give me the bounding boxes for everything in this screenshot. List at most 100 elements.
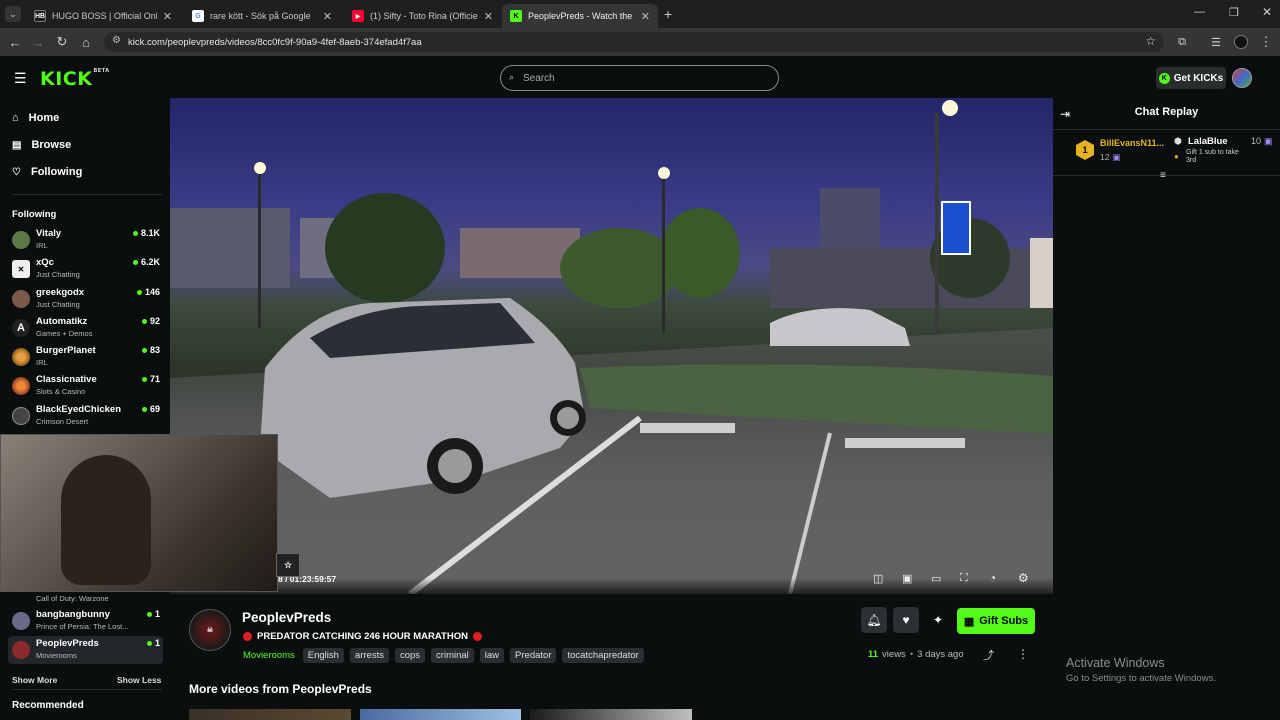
gifter-name[interactable]: LalaBlue (1188, 136, 1228, 147)
site-info-icon[interactable]: ⚙ (112, 35, 121, 46)
live-dot-icon (141, 376, 147, 382)
gift-subs-label: Gift Subs (979, 615, 1029, 627)
settings-gear-icon[interactable]: ⚙ (1018, 571, 1029, 585)
clip-icon[interactable]: ◫ (873, 572, 883, 585)
browser-tab-hugo-boss[interactable]: HB HUGO BOSS | Official Online Sh ✕ (26, 4, 180, 28)
bell-icon: 🔔︎ (866, 613, 882, 627)
chat-divider (1053, 175, 1280, 176)
tag-law[interactable]: law (479, 648, 505, 663)
browser-tab-google[interactable]: G rare kött - Sök på Google ✕ (184, 4, 340, 28)
following-item-vitaly[interactable]: Vitaly IRL 8.1K (12, 228, 160, 256)
video-thumbnail[interactable] (530, 709, 692, 720)
viewer-count: 146 (136, 287, 160, 297)
gift-sub-prompt[interactable]: Gift 1 sub to take 3rd (1186, 149, 1246, 165)
browser-tab-kick[interactable]: K PeoplevPreds - Watch the VOD ✕ (502, 4, 658, 28)
tab-label: rare kött - Sök på Google (210, 11, 311, 21)
tag-english[interactable]: English (302, 648, 344, 663)
channel-avatar[interactable]: ☠ (189, 609, 231, 651)
following-item-bangbangbunny[interactable]: bangbangbunny Prince of Persia: The Lost… (12, 609, 160, 637)
gift-subs-button[interactable]: ▦ Gift Subs (957, 608, 1035, 634)
fullscreen-icon[interactable]: ⛶ (960, 572, 968, 585)
minimize-icon[interactable]: — (1194, 6, 1205, 18)
url-field[interactable]: ⚙ kick.com/peoplevpreds/videos/8cc0fc9f-… (104, 32, 1164, 52)
show-less-link[interactable]: Show Less (117, 675, 161, 685)
extensions-icon[interactable]: ⧉ (1172, 32, 1192, 52)
follow-heart-button[interactable]: ♥ (893, 607, 919, 633)
playback-speed-icon[interactable]: ◔ (989, 571, 996, 585)
following-item-xqc[interactable]: ✕ xQc Just Chatting 6.2K (12, 257, 160, 285)
live-dot-icon (146, 611, 152, 617)
more-options-icon[interactable]: ⋮ (1017, 647, 1029, 661)
following-item-greekgodx[interactable]: greekgodx Just Chatting 146 (12, 287, 160, 315)
activate-windows-title: Activate Windows (1066, 656, 1165, 670)
sidebar-item-label: Following (30, 166, 83, 178)
tab-close-icon[interactable]: ✕ (484, 10, 493, 23)
hugo-boss-favicon-icon: HB (34, 10, 46, 22)
notification-bell-button[interactable]: 🔔︎ (861, 607, 887, 633)
recommended-heading: Recommended (12, 700, 84, 711)
gift-count-value: 10 (1251, 136, 1262, 146)
bookmark-star-icon[interactable]: ☆ (1145, 34, 1156, 48)
hamburger-menu-icon[interactable]: ☰ (14, 70, 27, 87)
sidebar-item-browse[interactable]: ▤ Browse (12, 139, 71, 151)
user-avatar[interactable] (1232, 68, 1252, 88)
restore-icon[interactable]: ❐ (1229, 6, 1239, 19)
viewer-count-value: 69 (149, 404, 160, 414)
browser-tab-bar: ⌄ HB HUGO BOSS | Official Online Sh ✕ G … (0, 0, 1280, 28)
video-thumbnail[interactable] (189, 709, 351, 720)
search-input[interactable]: ⌕ Search (500, 65, 779, 91)
tab-search-icon[interactable]: ⌄ (5, 6, 21, 22)
share-icon[interactable]: ⤴ (983, 647, 994, 663)
tab-close-icon[interactable]: ✕ (163, 10, 172, 23)
chat-title: Chat Replay (1134, 106, 1199, 118)
show-more-link[interactable]: Show More (12, 675, 57, 685)
category-link[interactable]: Movierooms (243, 650, 295, 661)
channel-name: greekgodx (36, 287, 85, 298)
media-icon[interactable]: ☰ (1206, 32, 1226, 52)
tag-predator[interactable]: Predator (510, 648, 557, 663)
gifter-count: 10 ▣ (1251, 136, 1273, 147)
activate-windows-subtitle: Go to Settings to activate Windows. (1066, 673, 1216, 684)
tag-tocatchapredator[interactable]: tocatchapredator (562, 648, 644, 663)
browser-tab-youtube[interactable]: ▶ (1) Sifty - Toto Rina (Officiell M ✕ (344, 4, 501, 28)
new-tab-icon[interactable]: + (664, 6, 672, 22)
chat-panel: ⇥ Chat Replay 1 BillEvansN11... 12 ▣ ⬢ La… (1053, 98, 1280, 720)
tab-close-icon[interactable]: ✕ (641, 10, 650, 23)
window-close-icon[interactable]: ✕ (1262, 5, 1272, 19)
following-item-burgerplanet[interactable]: BurgerPlanet IRL 83 (12, 345, 160, 373)
following-item-peoplevpreds[interactable]: PeoplevPreds Movierooms 1 (12, 638, 160, 666)
stream-title: PREDATOR CATCHING 246 HOUR MARATHON (243, 631, 482, 642)
expand-leaderboard-icon[interactable]: ≡ (1160, 170, 1166, 181)
back-icon[interactable]: ← (5, 32, 25, 52)
sparkle-button[interactable]: ✦ (925, 607, 951, 633)
sidebar-item-home[interactable]: ⌂ Home (12, 112, 59, 124)
profile-avatar[interactable] (1234, 35, 1248, 49)
channel-name: BurgerPlanet (36, 345, 96, 356)
kick-logo[interactable]: KICKBETA (40, 68, 110, 90)
forward-icon[interactable]: → (28, 32, 48, 52)
mini-player-icon[interactable]: ▣ (902, 572, 912, 585)
tag-criminal[interactable]: criminal (431, 648, 474, 663)
video-thumbnail[interactable] (360, 709, 521, 720)
avatar (12, 348, 30, 366)
following-item-blackeyedchicken[interactable]: BlackEyedChicken Crimson Desert 69 (12, 404, 160, 432)
video-player[interactable]: 8 / 01:23:59:57 ◫ ▣ ▭ ⛶ ◔ ⚙ (170, 98, 1053, 594)
chat-divider (1053, 129, 1280, 130)
rank-badge: 1 (1076, 140, 1094, 160)
sidebar-item-following[interactable]: ♡ Following (12, 166, 82, 178)
tag-arrests[interactable]: arrests (349, 648, 389, 663)
home-page-icon[interactable]: ⌂ (76, 32, 96, 52)
gifter-name[interactable]: BillEvansN11... (1100, 138, 1164, 148)
sidebar-item-label: Browse (31, 139, 72, 151)
tab-close-icon[interactable]: ✕ (323, 10, 332, 23)
channel-name[interactable]: PeoplevPreds (242, 610, 331, 625)
viewer-count-value: 8.1K (140, 228, 160, 238)
following-item-automatikz[interactable]: A Automatikz Games + Demos 92 (12, 316, 160, 344)
following-item-classicnative[interactable]: Classicnative Slots & Casino 71 (12, 374, 160, 402)
channel-category: Games + Demos (36, 329, 93, 338)
theater-mode-icon[interactable]: ▭ (931, 572, 941, 585)
get-kicks-button[interactable]: K Get KICKs (1156, 67, 1226, 89)
reload-icon[interactable]: ↻ (52, 32, 72, 52)
browser-menu-icon[interactable]: ⋮ (1256, 32, 1276, 52)
tag-cops[interactable]: cops (394, 648, 426, 663)
